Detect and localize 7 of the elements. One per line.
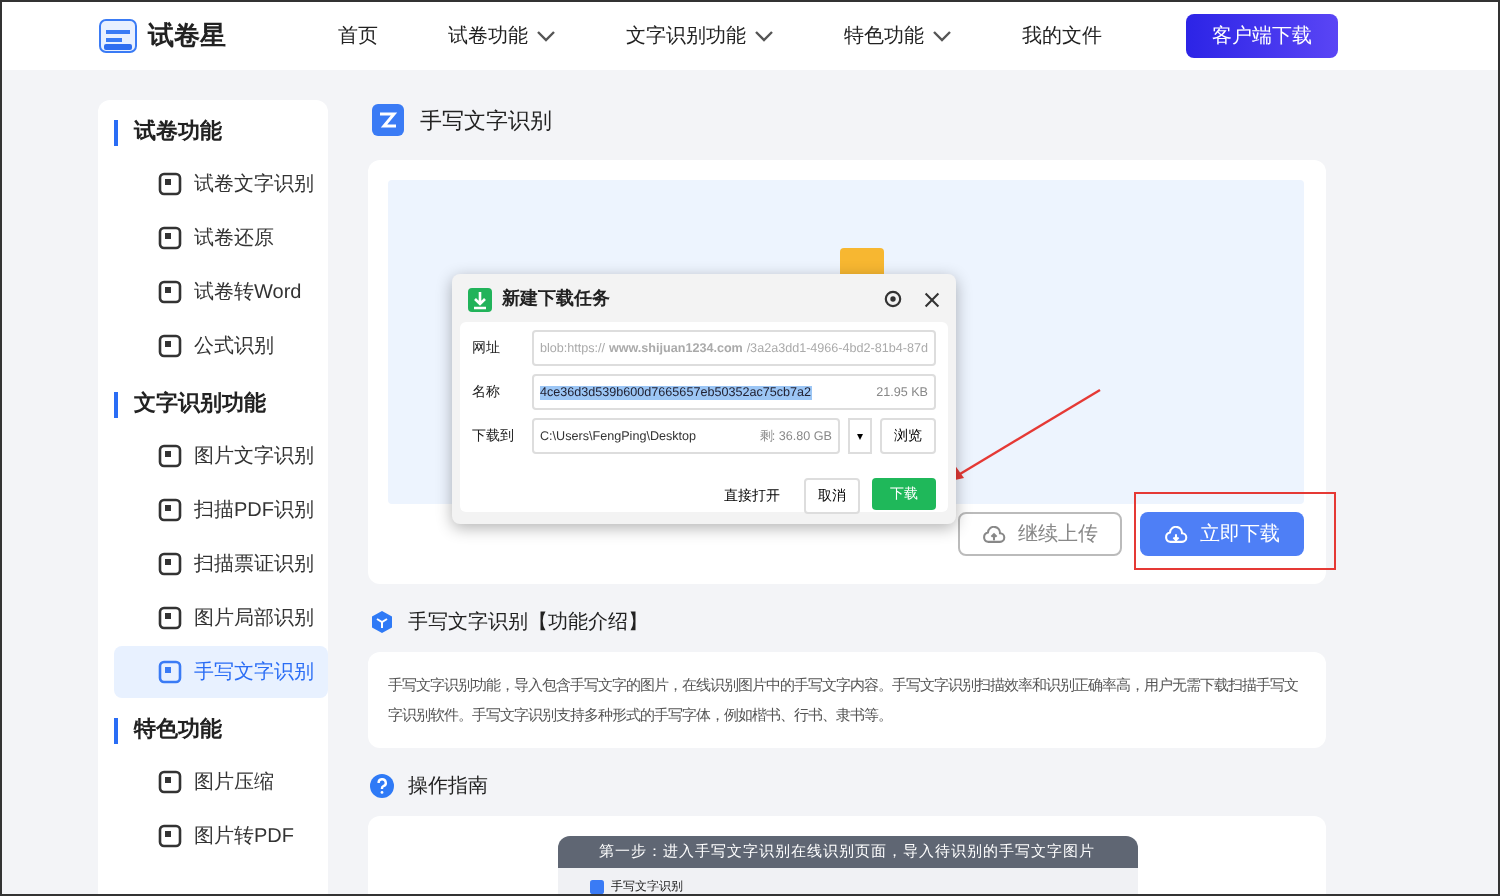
sidebar-group-title: 文字识别功能 — [114, 392, 328, 418]
section-heading: 操作指南 — [408, 773, 488, 800]
section-heading: 手写文字识别【功能介绍】 — [408, 609, 648, 636]
dialog-title: 新建下载任务 — [502, 286, 612, 312]
sidebar-group-title: 特色功能 — [114, 718, 328, 744]
sidebar-group-title: 试卷功能 — [114, 120, 328, 146]
page-title: 手写文字识别 — [420, 107, 552, 135]
